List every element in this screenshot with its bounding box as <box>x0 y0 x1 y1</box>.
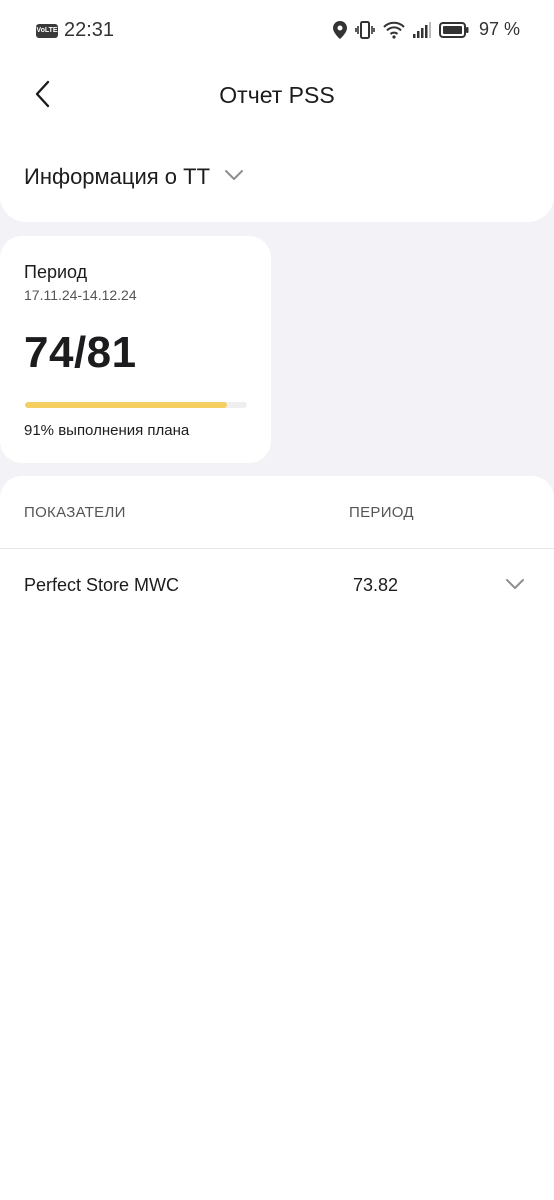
plan-progress-bar <box>25 402 247 408</box>
indicators-table: ПОКАЗАТЕЛИ ПЕРИОД Perfect Store MWC 73.8… <box>0 476 554 1200</box>
app-header: Отчет PSS <box>0 62 554 132</box>
status-bar: VoLTE 22:31 97 % <box>0 0 554 62</box>
battery-percent: 97 % <box>478 19 520 39</box>
period-label: Период <box>24 262 88 282</box>
top-panel: VoLTE 22:31 97 % Отчет PSS Информация о … <box>0 0 554 222</box>
signal-icon <box>412 21 431 38</box>
volte-icon: VoLTE <box>36 23 58 38</box>
row-name: Perfect Store MWC <box>24 575 180 595</box>
column-header-period: ПЕРИОД <box>349 504 414 521</box>
vibrate-icon <box>355 20 375 39</box>
battery-icon <box>438 21 469 38</box>
chevron-down-icon <box>224 168 244 186</box>
status-time: 22:31 <box>64 19 115 41</box>
page-title: Отчет PSS <box>219 82 335 108</box>
plan-completion-text: 91% выполнения плана <box>24 422 190 439</box>
period-card: Период 17.11.24-14.12.24 74/81 91% выпол… <box>0 236 271 463</box>
period-dates: 17.11.24-14.12.24 <box>24 287 137 303</box>
info-section-label: Информация о ТТ <box>24 164 211 189</box>
wifi-icon <box>383 21 405 39</box>
chevron-down-icon[interactable] <box>505 577 525 595</box>
period-score: 74/81 <box>24 328 137 377</box>
table-row[interactable]: Perfect Store MWC 73.82 <box>0 549 554 623</box>
plan-progress-fill <box>25 402 228 408</box>
row-value: 73.82 <box>353 575 399 595</box>
location-icon <box>332 20 347 39</box>
info-section-toggle[interactable]: Информация о ТТ <box>24 164 244 190</box>
column-header-indicators: ПОКАЗАТЕЛИ <box>24 504 126 521</box>
